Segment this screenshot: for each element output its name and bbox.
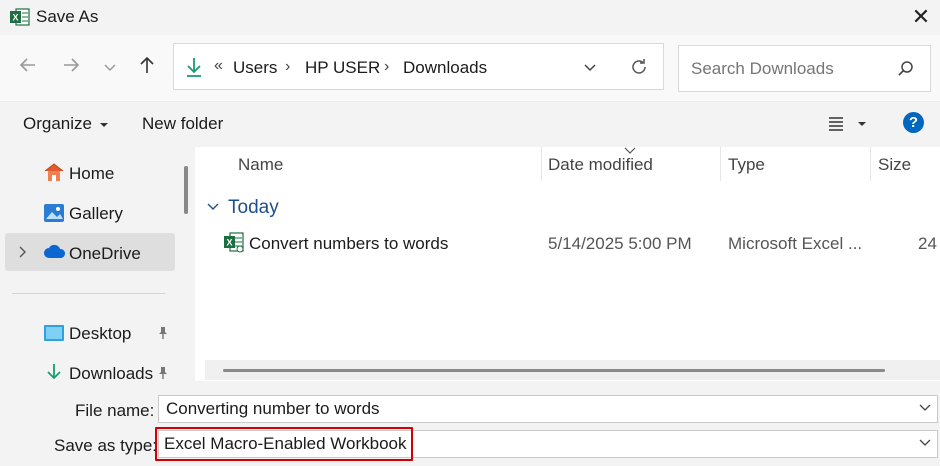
breadcrumb-downloads[interactable]: Downloads — [403, 58, 487, 78]
breadcrumb-hp-user[interactable]: HP USER — [305, 58, 380, 78]
search-box[interactable] — [678, 45, 931, 92]
sort-chevron-icon — [624, 147, 636, 154]
close-icon: ✕ — [911, 4, 931, 29]
save-as-type-label: Save as type: — [54, 436, 158, 455]
recent-locations-button[interactable] — [96, 55, 124, 83]
excel-file-icon: X — [224, 232, 244, 253]
desktop-icon — [44, 325, 64, 341]
sidebar-item-gallery[interactable]: Gallery — [5, 193, 175, 231]
column-header-name[interactable]: Name — [238, 155, 283, 175]
arrow-right-icon — [64, 58, 80, 72]
caret-down-icon — [99, 123, 108, 127]
address-bar[interactable]: « Users › HP USER › Downloads — [173, 43, 664, 90]
chevron-down-icon — [104, 64, 116, 72]
breadcrumb-separator: › — [285, 58, 291, 75]
file-name-value: Converting number to words — [166, 399, 380, 418]
help-button[interactable]: ? — [903, 112, 924, 133]
svg-text:X: X — [12, 13, 18, 23]
column-header-date-modified[interactable]: Date modified — [548, 155, 653, 175]
highlight-box — [155, 427, 413, 461]
breadcrumb-separator: › — [384, 58, 390, 75]
download-arrow-icon — [187, 58, 201, 77]
column-divider[interactable] — [720, 147, 721, 181]
chevron-down-icon[interactable] — [582, 59, 598, 75]
column-divider[interactable] — [541, 147, 542, 181]
arrow-left-icon — [19, 58, 35, 72]
sidebar-item-desktop[interactable]: Desktop — [5, 313, 175, 351]
pin-icon[interactable] — [157, 326, 169, 340]
home-icon — [44, 163, 64, 181]
search-icon[interactable] — [897, 60, 915, 78]
title-bar: X Save As ✕ — [0, 0, 940, 34]
file-date: 5/14/2025 5:00 PM — [548, 234, 692, 253]
sidebar-item-label: Desktop — [69, 324, 132, 343]
chevron-down-icon[interactable] — [919, 438, 931, 448]
pin-icon[interactable] — [157, 366, 169, 380]
help-icon: ? — [908, 114, 919, 131]
column-header-type[interactable]: Type — [728, 155, 765, 175]
excel-app-icon: X — [10, 8, 30, 26]
navigation-bar: « Users › HP USER › Downloads — [0, 35, 940, 102]
close-button[interactable]: ✕ — [905, 4, 937, 30]
list-view-icon — [829, 117, 866, 131]
file-size: 24 — [918, 234, 937, 253]
svg-text:X: X — [226, 238, 232, 248]
up-button[interactable] — [133, 55, 161, 83]
sidebar-item-label: OneDrive — [69, 244, 141, 263]
view-options-button[interactable] — [828, 116, 868, 137]
chevron-down-icon — [207, 203, 219, 210]
file-name-field[interactable]: Converting number to words — [158, 395, 938, 423]
chevron-down-icon[interactable] — [919, 403, 931, 413]
new-folder-button[interactable]: New folder — [142, 114, 223, 134]
navigation-pane: Home Gallery OneDrive Desktop Downloads — [0, 147, 177, 383]
sidebar-item-onedrive[interactable]: OneDrive — [5, 233, 175, 271]
organize-button[interactable]: Organize — [23, 114, 109, 134]
onedrive-icon — [44, 244, 66, 258]
file-list: Name Date modified Type Size Today X Con… — [195, 147, 940, 381]
sidebar-scrollbar[interactable] — [184, 166, 188, 214]
back-button[interactable] — [14, 55, 42, 83]
gallery-icon — [44, 204, 64, 222]
arrow-up-icon — [140, 56, 154, 73]
forward-button[interactable] — [57, 55, 85, 83]
chevron-right-icon[interactable] — [18, 246, 28, 258]
file-name-label: File name: — [75, 401, 155, 420]
scrollbar-thumb[interactable] — [223, 369, 885, 372]
new-folder-label: New folder — [142, 114, 224, 133]
breadcrumb-users[interactable]: Users — [233, 58, 277, 78]
file-name: Convert numbers to words — [249, 234, 449, 253]
organize-label: Organize — [23, 114, 92, 133]
sidebar-item-label: Home — [69, 164, 115, 183]
window-title: Save As — [36, 7, 99, 26]
command-bar: Organize New folder ? — [0, 102, 940, 146]
file-type: Microsoft Excel ... — [728, 234, 863, 253]
sidebar-item-label: Gallery — [69, 204, 123, 223]
file-row[interactable]: X Convert numbers to words 5/14/2025 5:0… — [220, 231, 940, 255]
sidebar-divider — [12, 293, 165, 294]
refresh-icon[interactable] — [629, 57, 649, 77]
overflow-chevron[interactable]: « — [214, 57, 223, 75]
search-input[interactable] — [689, 56, 893, 82]
sidebar-item-home[interactable]: Home — [5, 153, 175, 191]
save-form: File name: Converting number to words Sa… — [0, 381, 940, 466]
column-divider[interactable] — [870, 147, 871, 181]
group-label: Today — [228, 197, 279, 218]
horizontal-scrollbar[interactable] — [205, 360, 940, 380]
column-header-size[interactable]: Size — [878, 155, 911, 175]
